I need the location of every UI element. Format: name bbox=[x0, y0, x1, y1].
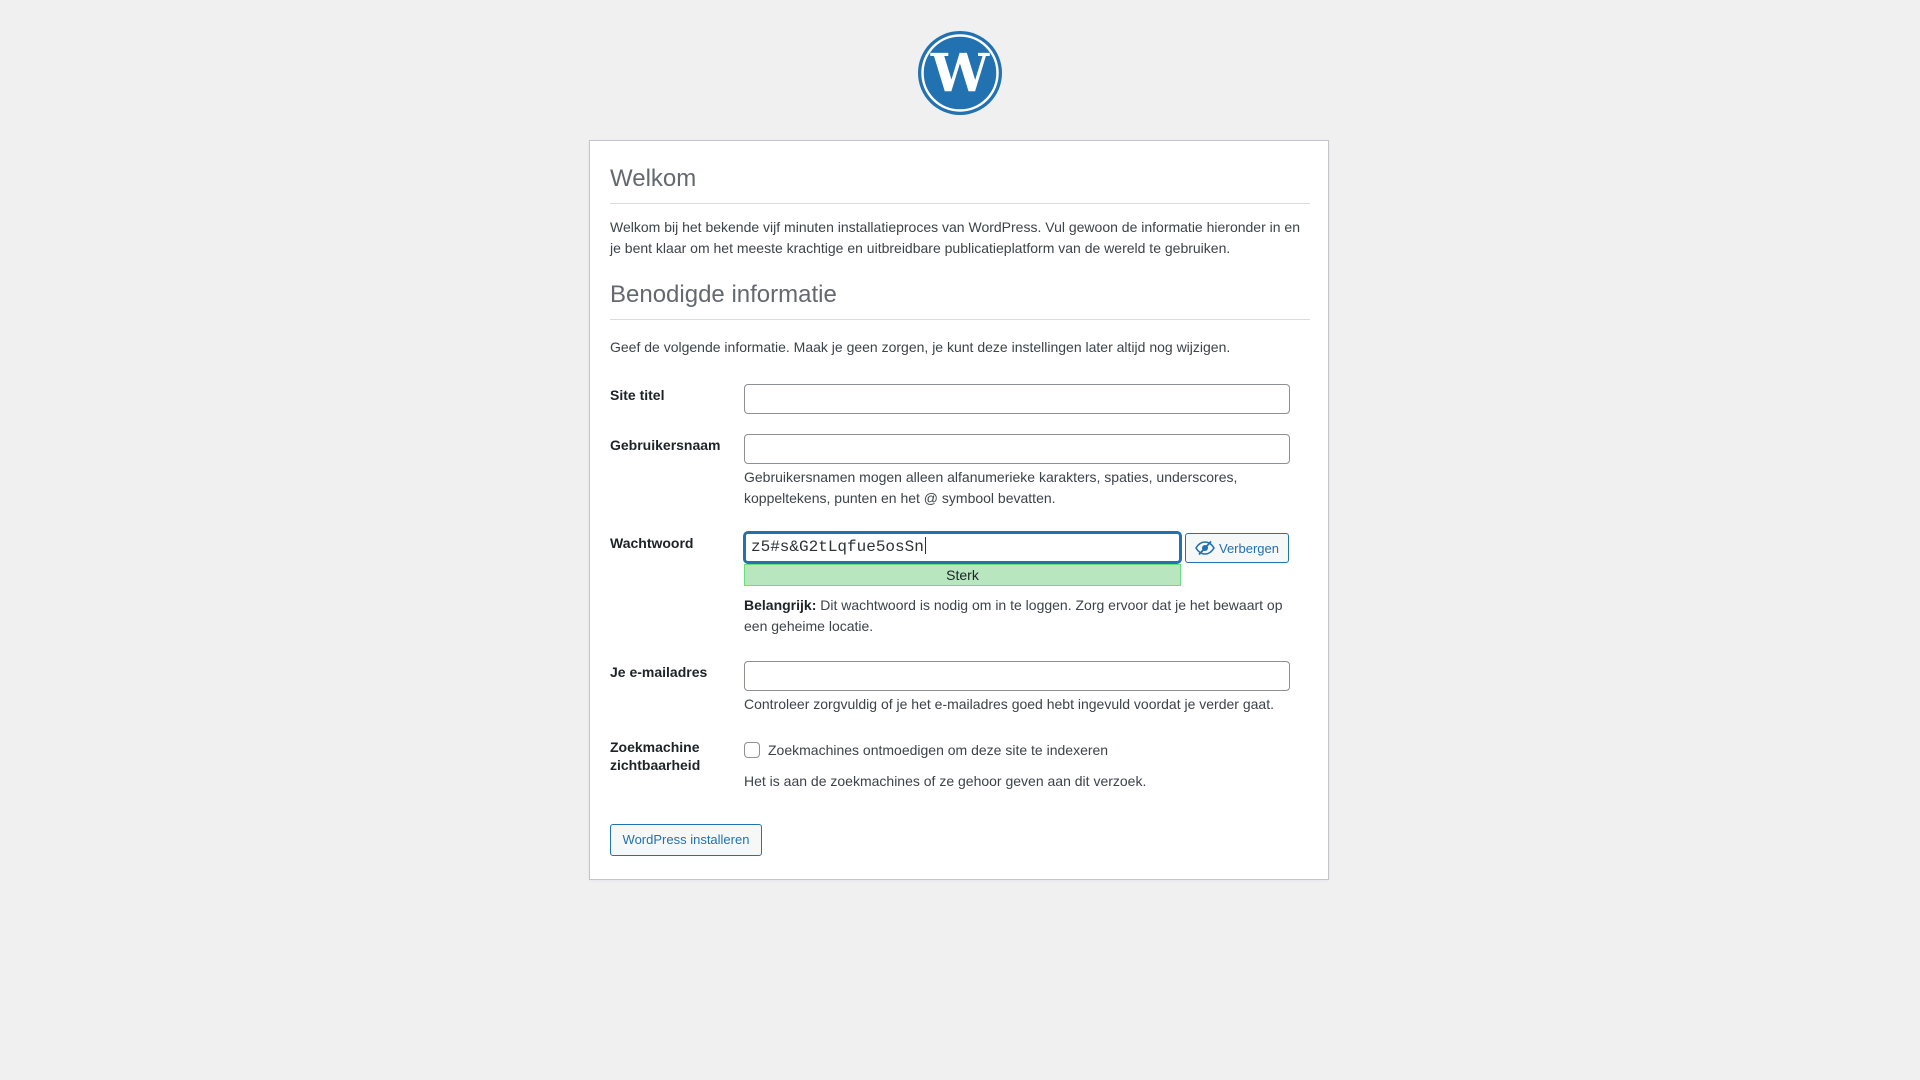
discourage-search-checkbox[interactable] bbox=[744, 742, 760, 758]
eye-slash-icon bbox=[1195, 540, 1215, 556]
search-visibility-description: Het is aan de zoekmachines of ze gehoor … bbox=[744, 773, 1147, 789]
hide-password-label: Verbergen bbox=[1219, 540, 1279, 556]
password-label: Wachtwoord bbox=[610, 535, 694, 551]
site-title-input[interactable] bbox=[744, 384, 1290, 414]
password-strength-meter: Sterk bbox=[744, 564, 1181, 586]
welcome-heading: Welkom bbox=[610, 165, 1310, 204]
text-caret bbox=[924, 537, 926, 554]
password-input[interactable]: z5#s&G2tLqfue5osSn bbox=[744, 532, 1181, 563]
search-visibility-label-line2: zichtbaarheid bbox=[610, 757, 701, 773]
password-value: z5#s&G2tLqfue5osSn bbox=[751, 538, 924, 556]
username-input[interactable] bbox=[744, 434, 1290, 464]
install-wordpress-button[interactable]: WordPress installeren bbox=[610, 824, 762, 856]
search-visibility-label: Zoekmachine zichtbaarheid bbox=[610, 738, 730, 774]
email-label: Je e-mailadres bbox=[610, 664, 708, 680]
site-title-label: Site titel bbox=[610, 387, 665, 403]
wordpress-logo[interactable]: W bbox=[917, 30, 1003, 116]
password-important-note: Belangrijk: Dit wachtwoord is nodig om i… bbox=[744, 595, 1304, 637]
email-input[interactable] bbox=[744, 661, 1290, 691]
hide-password-button[interactable]: Verbergen bbox=[1185, 533, 1289, 563]
discourage-search-label[interactable]: Zoekmachines ontmoedigen om deze site te… bbox=[768, 740, 1108, 760]
important-prefix: Belangrijk: bbox=[744, 597, 817, 613]
email-description: Controleer zorgvuldig of je het e-mailad… bbox=[744, 696, 1274, 712]
welcome-intro: Welkom bij het bekende vijf minuten inst… bbox=[610, 219, 1300, 256]
username-label: Gebruikersnaam bbox=[610, 437, 721, 453]
required-info-intro: Geef de volgende informatie. Maak je gee… bbox=[610, 339, 1231, 355]
required-info-heading: Benodigde informatie bbox=[610, 281, 1310, 320]
install-form-card: Welkom Welkom bij het bekende vijf minut… bbox=[589, 140, 1329, 880]
username-description: Gebruikersnamen mogen alleen alfanumerie… bbox=[744, 469, 1238, 506]
important-text: Dit wachtwoord is nodig om in te loggen.… bbox=[744, 597, 1283, 634]
svg-text:W: W bbox=[930, 43, 991, 104]
search-visibility-label-line1: Zoekmachine bbox=[610, 739, 700, 755]
